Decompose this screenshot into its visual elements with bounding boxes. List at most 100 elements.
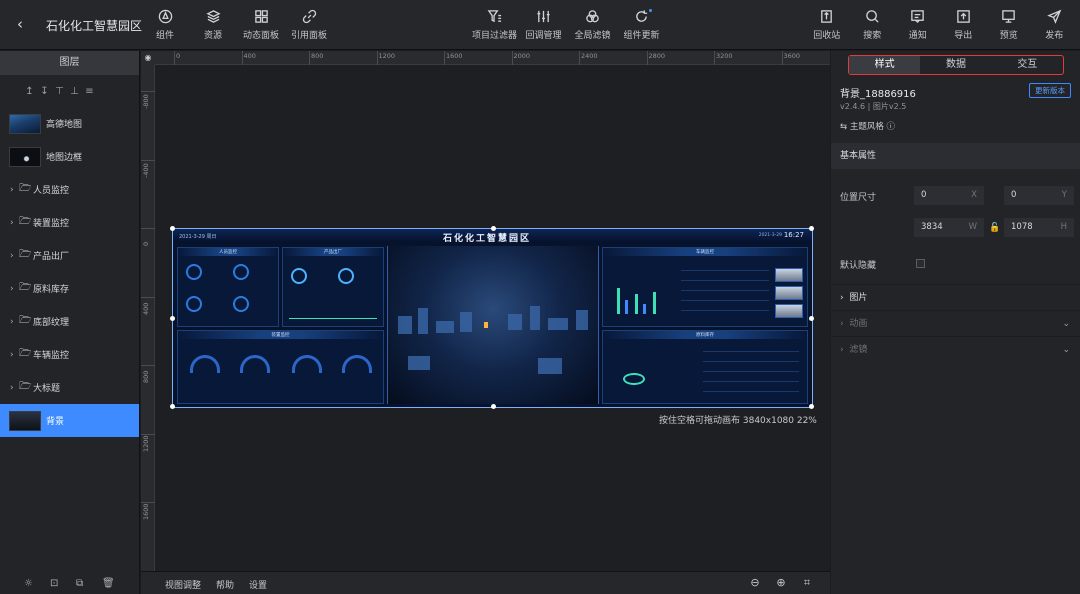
- ruler-tick: [141, 159, 155, 161]
- collapse-animation[interactable]: › 动画 ⌄: [831, 310, 1080, 336]
- toolbar-button-reference-panel[interactable]: 引用面板: [285, 7, 333, 43]
- aspect-lock-icon[interactable]: 🔓: [989, 223, 1000, 233]
- layers-icon: [205, 7, 221, 26]
- move-down-icon[interactable]: ⊥: [67, 86, 82, 97]
- layer-group-bottom-texture[interactable]: › 🗁 底部纹理: [0, 305, 139, 338]
- tab-interaction[interactable]: 交互: [992, 56, 1063, 74]
- toolbar-label: 搜索: [863, 31, 882, 41]
- tab-style[interactable]: 样式: [849, 56, 921, 74]
- toolbar-button-search[interactable]: 搜索: [850, 7, 896, 43]
- resize-handle-left[interactable]: [170, 316, 175, 321]
- chevron-right-icon[interactable]: ›: [10, 185, 19, 195]
- resize-handle-top-left[interactable]: [170, 226, 175, 231]
- layer-group-personnel[interactable]: › 🗁 人员监控: [0, 173, 139, 206]
- collapse-filter[interactable]: › 滤镜 ⌄: [831, 336, 1080, 362]
- height-input[interactable]: 1078 H: [1004, 218, 1074, 237]
- default-hidden-checkbox[interactable]: [916, 259, 925, 268]
- move-bottom-icon[interactable]: ↧: [37, 86, 52, 97]
- resize-handle-bottom-left[interactable]: [170, 404, 175, 409]
- back-button[interactable]: ‹: [10, 14, 30, 34]
- zoom-out-icon[interactable]: ⊖: [748, 576, 762, 590]
- layers-footer: ☼ ⊡ ⧉ 🗑: [0, 572, 140, 594]
- width-input[interactable]: 3834 W: [914, 218, 984, 237]
- resize-handle-top[interactable]: [491, 226, 496, 231]
- collapse-image[interactable]: › 图片: [831, 284, 1080, 310]
- layer-group-vehicle[interactable]: › 🗁 车辆监控: [0, 338, 139, 371]
- toolbar-button-recycle-bin[interactable]: 回收站: [804, 7, 850, 43]
- toolbar-button-project-filter[interactable]: 项目过滤器: [470, 7, 519, 43]
- folder-icon: 🗁: [19, 282, 32, 293]
- toolbar-label: 发布: [1045, 31, 1064, 41]
- fit-screen-icon[interactable]: ⌗: [800, 576, 814, 590]
- bar-mark: [625, 300, 628, 314]
- resize-handle-bottom-right[interactable]: [809, 404, 814, 409]
- panel-header: 装置监控: [178, 331, 383, 339]
- panel-title: 产品出厂: [324, 250, 342, 255]
- chevron-down-icon: ⌄: [1062, 345, 1070, 355]
- toolbar-button-resources[interactable]: 资源: [189, 7, 237, 43]
- toolbar-button-dynamic-panel[interactable]: 动态面板: [237, 7, 285, 43]
- dashboard-title: 石化化工智慧园区: [443, 234, 532, 244]
- resize-handle-right[interactable]: [809, 316, 814, 321]
- resize-handle-top-right[interactable]: [809, 226, 814, 231]
- building: [408, 356, 430, 370]
- chevron-right-icon: ›: [840, 319, 850, 329]
- resize-handle-bottom[interactable]: [491, 404, 496, 409]
- layer-item-amap[interactable]: 高德地图: [0, 107, 139, 140]
- tab-data[interactable]: 数据: [920, 56, 991, 74]
- x-input[interactable]: 0 X: [914, 186, 984, 205]
- eye-icon[interactable]: ◉: [141, 51, 155, 65]
- horizontal-ruler[interactable]: 0 400 800 1200 1600 2000 2400 2800 3200 3600: [155, 51, 830, 65]
- list-icon[interactable]: ≡: [82, 86, 97, 97]
- chevron-right-icon[interactable]: ›: [10, 251, 19, 261]
- ring-chart: [291, 268, 307, 284]
- artboard-dashboard[interactable]: 2021-3-29 周日 石化化工智慧园区 2021-3-29 16:27 人员…: [170, 226, 814, 409]
- layer-item-background[interactable]: 背景: [0, 404, 139, 437]
- toolbar-button-callback[interactable]: 回调管理: [519, 7, 568, 43]
- canvas-hint: 按住空格可拖动画布 3840x1080 22%: [659, 416, 817, 426]
- toolbar-button-publish[interactable]: 发布: [1032, 7, 1078, 43]
- settings-button[interactable]: 设置: [249, 578, 267, 591]
- city-3d-map: [387, 246, 599, 404]
- lightbulb-icon[interactable]: ☼: [24, 578, 50, 589]
- canvas-area[interactable]: ◉ 0 400 800 1200 1600 2000 2400 2800 3200 3600 -8…: [141, 51, 830, 571]
- color-circles-icon: [585, 7, 600, 26]
- chevron-right-icon[interactable]: ›: [10, 350, 19, 360]
- toolbar-button-component[interactable]: 组件: [141, 7, 189, 43]
- update-version-button[interactable]: 更新版本: [1029, 83, 1071, 98]
- x-value: 0: [921, 190, 927, 200]
- toolbar-button-notify[interactable]: 通知: [895, 7, 941, 43]
- vertical-ruler[interactable]: -800-4000400800120016002000: [141, 65, 155, 571]
- theme-style-link[interactable]: ⇆ 主题风格 ⓘ: [840, 120, 895, 132]
- layer-group-device[interactable]: › 🗁 装置监控: [0, 206, 139, 239]
- layer-label: 背景: [46, 417, 65, 427]
- gauge-chart: [190, 355, 220, 373]
- toolbar-label: 组件更新: [623, 31, 660, 41]
- copy-icon[interactable]: ⧉: [76, 578, 102, 589]
- lock-icon[interactable]: ⊡: [50, 578, 76, 589]
- y-input[interactable]: 0 Y: [1004, 186, 1074, 205]
- chevron-right-icon[interactable]: ›: [10, 218, 19, 228]
- toolbar-button-export[interactable]: 导出: [941, 7, 987, 43]
- chevron-right-icon[interactable]: ›: [10, 284, 19, 294]
- chevron-right-icon[interactable]: ›: [10, 317, 19, 327]
- layer-group-main-title[interactable]: › 🗁 大标题: [0, 371, 139, 404]
- toolbar-label: 资源: [203, 31, 222, 41]
- view-adjust-button[interactable]: 视图调整: [165, 578, 201, 591]
- zoom-in-icon[interactable]: ⊕: [774, 576, 788, 590]
- toolbar-label: 导出: [954, 31, 973, 41]
- layer-item-map-frame[interactable]: 地图边框: [0, 140, 139, 173]
- toolbar-button-global-filter[interactable]: 全局滤镜: [568, 7, 617, 43]
- toolbar-button-preview[interactable]: 预览: [986, 7, 1032, 43]
- move-up-icon[interactable]: ⊤: [52, 86, 67, 97]
- layer-group-product[interactable]: › 🗁 产品出厂: [0, 239, 139, 272]
- chevron-right-icon[interactable]: ›: [10, 383, 19, 393]
- toolbar-button-component-update[interactable]: 组件更新: [617, 7, 666, 43]
- panel-product: 产品出厂: [282, 247, 384, 327]
- update-dot: [649, 9, 652, 12]
- panel-header: 产品出厂: [283, 248, 383, 256]
- layer-group-material[interactable]: › 🗁 原料库存: [0, 272, 139, 305]
- delete-icon[interactable]: 🗑: [102, 578, 128, 589]
- move-top-icon[interactable]: ↥: [22, 86, 37, 97]
- help-button[interactable]: 帮助: [216, 578, 234, 591]
